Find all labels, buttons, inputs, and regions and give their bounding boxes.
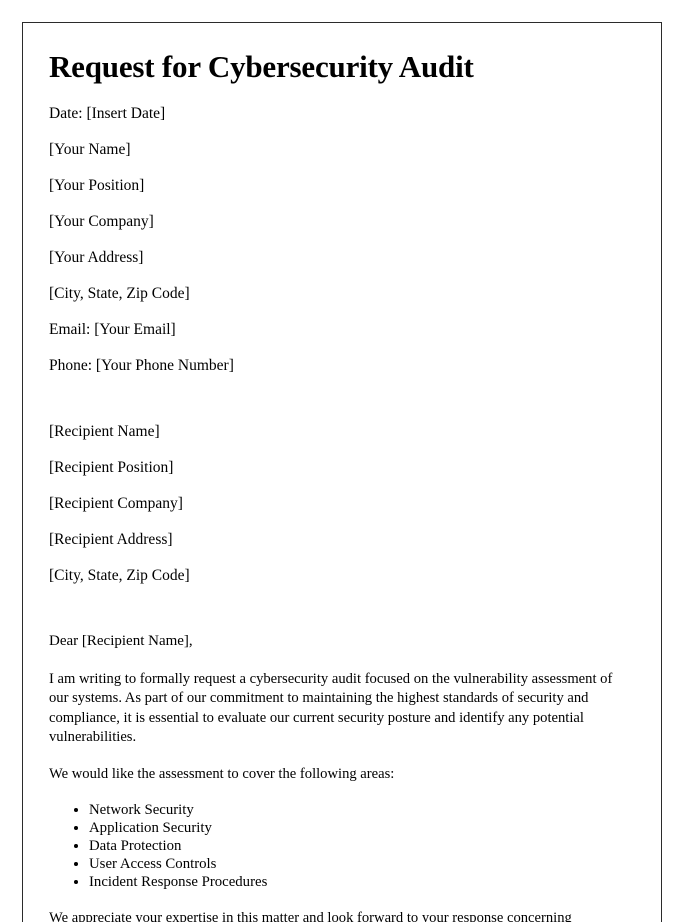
list-item: Network Security: [89, 801, 631, 819]
list-item: Incident Response Procedures: [89, 873, 631, 891]
page-title: Request for Cybersecurity Audit: [49, 49, 474, 84]
recipient-address: [Recipient Address]: [49, 531, 173, 549]
recipient-name: [Recipient Name]: [49, 423, 160, 441]
list-item: User Access Controls: [89, 855, 631, 873]
list-item: Application Security: [89, 819, 631, 837]
body-paragraph-1: I am writing to formally request a cyber…: [49, 670, 613, 746]
list-item: Data Protection: [89, 837, 631, 855]
document-page: Request for Cybersecurity Audit Date: [I…: [22, 22, 662, 922]
recipient-city-state-zip: [City, State, Zip Code]: [49, 567, 190, 585]
document-body: Request for Cybersecurity Audit Date: [I…: [23, 23, 661, 922]
body-paragraph-3: We appreciate your expertise in this mat…: [49, 910, 572, 922]
sender-email: Email: [Your Email]: [49, 320, 176, 338]
sender-city-state-zip: [City, State, Zip Code]: [49, 284, 190, 302]
sender-position: [Your Position]: [49, 176, 145, 194]
sender-name: [Your Name]: [49, 140, 131, 158]
recipient-position: [Recipient Position]: [49, 459, 174, 477]
date-line: Date: [Insert Date]: [49, 104, 166, 122]
audit-areas-list: Network Security Application Security Da…: [49, 801, 631, 891]
address-block-spacer: [49, 393, 631, 423]
sender-phone: Phone: [Your Phone Number]: [49, 356, 234, 374]
salutation: Dear [Recipient Name],: [49, 633, 193, 650]
body-paragraph-2: We would like the assessment to cover th…: [49, 765, 395, 782]
sender-address: [Your Address]: [49, 248, 144, 266]
salutation-spacer: [49, 603, 631, 633]
recipient-company: [Recipient Company]: [49, 495, 183, 513]
sender-company: [Your Company]: [49, 212, 154, 230]
